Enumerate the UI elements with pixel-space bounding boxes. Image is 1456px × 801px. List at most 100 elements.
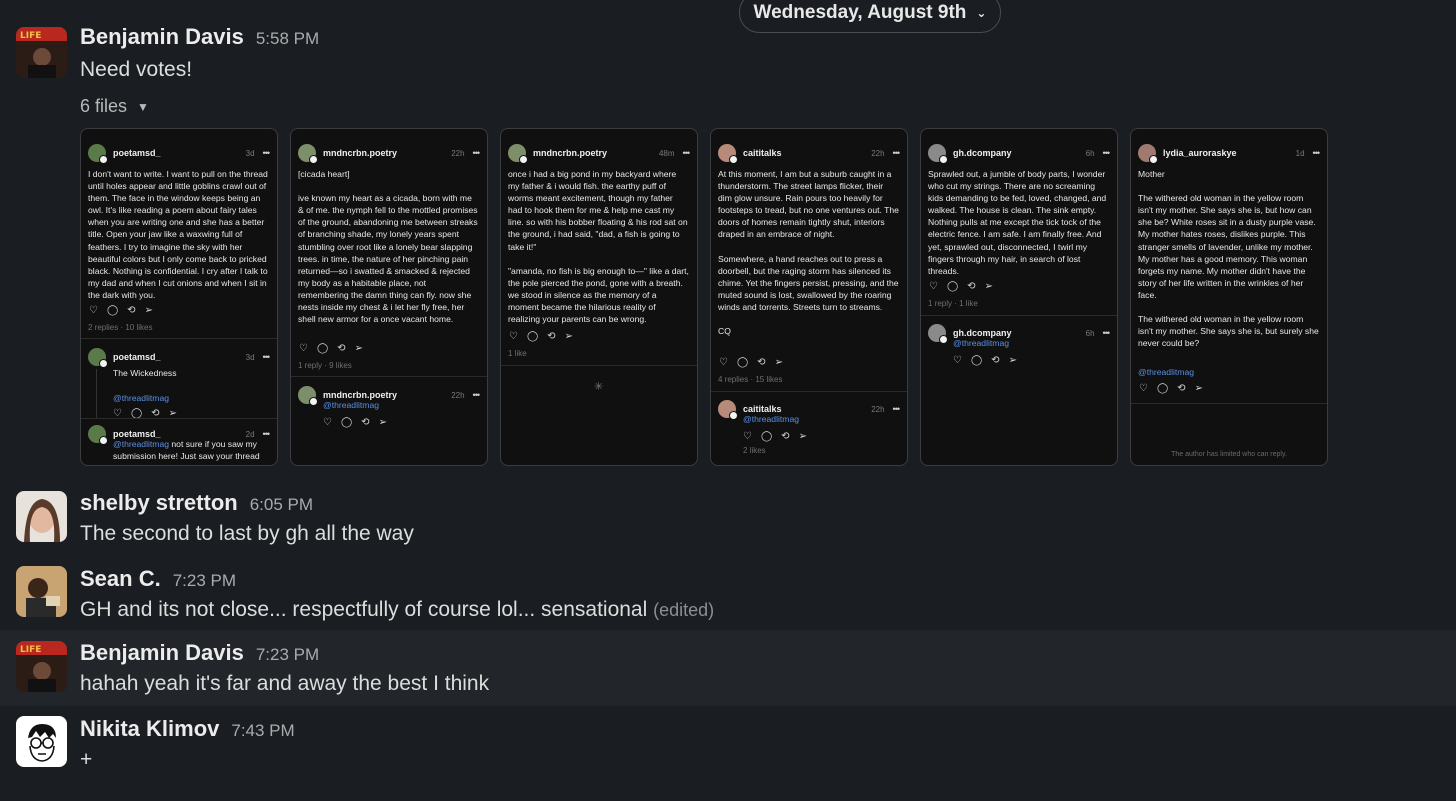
timestamp[interactable]: 7:23 PM — [256, 645, 319, 665]
repost-icon[interactable]: ⟲ — [547, 331, 555, 342]
thread-post-card[interactable]: poetamsd_ 3d ••• I don't want to write. I … — [80, 128, 278, 466]
timestamp[interactable]: 7:23 PM — [173, 571, 236, 591]
thread-post-card[interactable]: mndncrbn.poetry 22h ••• [cicada heart] ive… — [290, 128, 488, 466]
avatar[interactable] — [16, 566, 67, 617]
timestamp[interactable]: 5:58 PM — [256, 29, 319, 49]
comment-icon[interactable]: ◯ — [761, 431, 772, 442]
post-body: Mother The withered old woman in the yel… — [1138, 169, 1319, 349]
message: Sean C. 7:23 PM GH and its not close... … — [0, 556, 1456, 630]
more-icon[interactable]: ••• — [893, 148, 901, 158]
thread-post-card[interactable]: lydia_auroraskye 1d ••• Mother The withere… — [1130, 128, 1328, 466]
heart-icon[interactable]: ♡ — [743, 431, 752, 442]
sender-name[interactable]: Nikita Klimov — [80, 716, 219, 742]
share-icon[interactable]: ➢ — [775, 357, 783, 368]
share-icon[interactable]: ➢ — [985, 281, 993, 292]
sender-name[interactable]: Benjamin Davis — [80, 640, 244, 666]
share-icon[interactable]: ➢ — [355, 343, 363, 354]
mention-link[interactable]: @threadlitmag — [1138, 366, 1319, 378]
share-icon[interactable]: ➢ — [379, 417, 387, 428]
comment-icon[interactable]: ◯ — [947, 281, 958, 292]
reply: mndncrbn.poetry 22h ••• @threadlitmag ♡ ◯ ⟲ ➢ — [298, 385, 481, 428]
more-icon[interactable]: ••• — [473, 148, 481, 158]
files-toggle[interactable]: 6 files ▼ — [80, 96, 149, 117]
share-icon[interactable]: ➢ — [145, 305, 153, 316]
post-body: once i had a big pond in my backyard whe… — [508, 169, 689, 325]
more-icon[interactable]: ••• — [1313, 148, 1321, 158]
sender-name[interactable]: Benjamin Davis — [80, 24, 244, 50]
avatar — [88, 348, 108, 368]
post-username: lydia_auroraskye — [1163, 148, 1237, 158]
repost-icon[interactable]: ⟲ — [127, 305, 135, 316]
comment-icon[interactable]: ◯ — [527, 331, 538, 342]
post-username: mndncrbn.poetry — [323, 148, 398, 158]
repost-icon[interactable]: ⟲ — [337, 343, 345, 354]
heart-icon[interactable]: ♡ — [509, 331, 518, 342]
comment-icon[interactable]: ◯ — [1157, 383, 1168, 394]
repost-icon[interactable]: ⟲ — [1177, 383, 1185, 394]
repost-icon[interactable]: ⟲ — [757, 357, 765, 368]
avatar[interactable]: LIFE — [16, 641, 67, 692]
avatar — [718, 400, 738, 420]
post-age: 3d — [245, 352, 255, 362]
repost-icon[interactable]: ⟲ — [361, 417, 369, 428]
message-text: Need votes! — [80, 58, 193, 81]
heart-icon[interactable]: ♡ — [953, 355, 962, 366]
message: LIFE Benjamin Davis 7:23 PM hahah yeah i… — [0, 630, 1456, 706]
avatar[interactable] — [16, 716, 67, 767]
avatar[interactable]: LIFE — [16, 27, 67, 78]
post-username: poetamsd_ — [113, 352, 161, 362]
timestamp[interactable]: 6:05 PM — [250, 495, 313, 515]
share-icon[interactable]: ➢ — [1009, 355, 1017, 366]
more-icon[interactable]: ••• — [683, 148, 691, 158]
more-icon[interactable]: ••• — [263, 429, 271, 439]
timestamp[interactable]: 7:43 PM — [231, 721, 294, 741]
message-text: + — [80, 748, 93, 771]
repost-icon[interactable]: ⟲ — [781, 431, 789, 442]
post-username: gh.dcompany — [953, 328, 1012, 338]
more-icon[interactable]: ••• — [263, 352, 271, 362]
heart-icon[interactable]: ♡ — [323, 417, 332, 428]
avatar — [298, 386, 318, 406]
repost-icon[interactable]: ⟲ — [991, 355, 999, 366]
thread-post-card[interactable]: gh.dcompany 6h ••• Sprawled out, a jumble … — [920, 128, 1118, 466]
post-body: I don't want to write. I want to pull on… — [88, 169, 268, 300]
heart-icon[interactable]: ♡ — [719, 357, 728, 368]
post-body: Sprawled out, a jumble of body parts, I … — [928, 169, 1107, 276]
date-divider[interactable]: Wednesday, August 9th ⌄ — [739, 0, 1001, 33]
avatar[interactable] — [16, 491, 67, 542]
sender-name[interactable]: shelby stretton — [80, 490, 238, 516]
sender-name[interactable]: Sean C. — [80, 566, 161, 592]
comment-icon[interactable]: ◯ — [107, 305, 118, 316]
post-stats: 2 replies · 10 likes — [88, 323, 153, 332]
heart-icon[interactable]: ♡ — [1139, 383, 1148, 394]
thread-post-card[interactable]: mndncrbn.poetry 48m ••• once i had a big p… — [500, 128, 698, 466]
post-username: mndncrbn.poetry — [533, 148, 608, 158]
more-icon[interactable]: ••• — [1103, 328, 1111, 338]
more-icon[interactable]: ••• — [1103, 148, 1111, 158]
more-icon[interactable]: ••• — [473, 390, 481, 400]
avatar — [1138, 144, 1158, 164]
reply: poetamsd_ 3d ••• The Wickedness @threadlit… — [88, 347, 271, 419]
files-label: 6 files — [80, 96, 128, 116]
post-age: 22h — [451, 390, 465, 400]
comment-icon[interactable]: ◯ — [971, 355, 982, 366]
comment-icon[interactable]: ◯ — [737, 357, 748, 368]
post-age: 22h — [871, 148, 885, 158]
avatar — [928, 144, 948, 164]
share-icon[interactable]: ➢ — [565, 331, 573, 342]
heart-icon[interactable]: ♡ — [929, 281, 938, 292]
more-icon[interactable]: ••• — [893, 404, 901, 414]
thread-post-card[interactable]: caititalks 22h ••• At this moment, I am bu… — [710, 128, 908, 466]
heart-icon[interactable]: ♡ — [299, 343, 308, 354]
comment-icon[interactable]: ◯ — [317, 343, 328, 354]
more-icon[interactable]: ••• — [263, 148, 271, 158]
share-icon[interactable]: ➢ — [1195, 383, 1203, 394]
mention-link[interactable]: @threadlitmag — [113, 392, 269, 404]
message-text: GH and its not close... respectfully of … — [80, 598, 714, 622]
caret-down-icon: ▼ — [137, 99, 149, 114]
share-icon[interactable]: ➢ — [799, 431, 807, 442]
repost-icon[interactable]: ⟲ — [967, 281, 975, 292]
heart-icon[interactable]: ♡ — [89, 305, 98, 316]
post-age: 1d — [1295, 148, 1305, 158]
comment-icon[interactable]: ◯ — [341, 417, 352, 428]
